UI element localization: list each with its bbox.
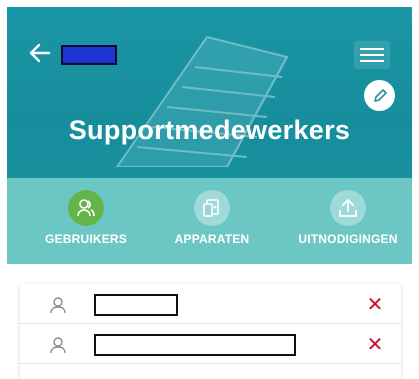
redacted-username (94, 294, 178, 316)
users-icon (77, 199, 95, 217)
upload-icon (339, 199, 357, 217)
list-item[interactable]: ✕ (20, 284, 401, 324)
tab-uitnodigingen[interactable]: UITNODIGINGEN (283, 190, 412, 246)
list-item[interactable]: ✕ (20, 324, 401, 364)
user-icon (50, 297, 66, 314)
delete-button[interactable]: ✕ (363, 333, 387, 357)
redacted-username (94, 334, 296, 356)
tab-gebruikers[interactable]: GEBRUIKERS (21, 190, 151, 246)
page-title: Supportmedewerkers (68, 115, 351, 145)
tab-apparaten[interactable]: APPARATEN (147, 190, 277, 246)
hamburger-menu-icon (360, 48, 384, 50)
redacted-breadcrumb (61, 45, 117, 65)
tab-label: APPARATEN (174, 232, 250, 246)
arrow-left-icon (29, 43, 51, 63)
back-button[interactable] (27, 40, 53, 66)
user-list: ✕ ✕ (20, 284, 401, 379)
pencil-icon (373, 88, 387, 102)
header: Supportmedewerkers GEBRUIKERS APPARATEN (7, 7, 412, 264)
user-icon (50, 337, 66, 354)
tab-label: GEBRUIKERS (44, 232, 127, 246)
menu-button[interactable] (354, 41, 390, 69)
tab-label: UITNODIGINGEN (298, 232, 398, 246)
devices-icon (203, 199, 219, 217)
delete-button[interactable]: ✕ (363, 293, 387, 317)
edit-button[interactable] (364, 80, 395, 111)
tab-bar: GEBRUIKERS APPARATEN UITNODIGINGEN (7, 178, 412, 264)
